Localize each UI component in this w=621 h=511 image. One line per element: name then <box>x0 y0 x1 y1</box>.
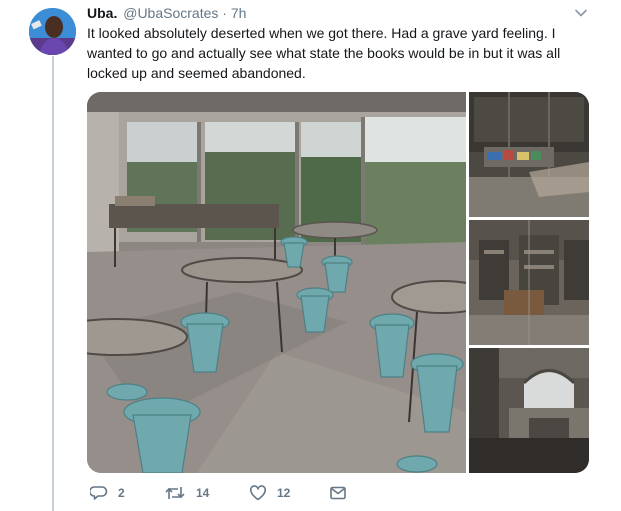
tweet-photo-2[interactable] <box>469 92 589 217</box>
tweet-timestamp[interactable]: 7h <box>231 5 247 21</box>
thread-connector-line <box>52 56 54 511</box>
header-separator: · <box>222 5 227 21</box>
reply-count: 2 <box>118 486 125 500</box>
tweet-photo-4[interactable] <box>469 348 589 473</box>
author-handle[interactable]: @UbaSocrates <box>123 5 218 21</box>
direct-message-button[interactable] <box>329 483 357 503</box>
heart-icon <box>249 485 267 501</box>
envelope-icon <box>330 486 346 500</box>
retweet-count: 14 <box>196 486 210 500</box>
tweet-actions: 2 14 12 <box>87 483 387 503</box>
reply-button[interactable]: 2 <box>90 483 125 503</box>
retweet-button[interactable]: 14 <box>164 483 209 503</box>
avatar[interactable] <box>29 8 76 55</box>
author-name[interactable]: Uba. <box>87 5 117 21</box>
like-button[interactable]: 12 <box>249 483 290 503</box>
retweet-icon <box>165 487 185 499</box>
chevron-down-icon[interactable] <box>574 6 588 20</box>
tweet-text: It looked absolutely deserted when we go… <box>87 25 561 81</box>
reply-icon <box>90 486 108 500</box>
like-count: 12 <box>277 486 291 500</box>
tweet-header: Uba. @UbaSocrates · 7h <box>87 4 246 22</box>
tweet-photo-3[interactable] <box>469 220 589 345</box>
tweet-photo-main[interactable] <box>87 92 466 473</box>
tweet-media-grid <box>87 92 589 473</box>
